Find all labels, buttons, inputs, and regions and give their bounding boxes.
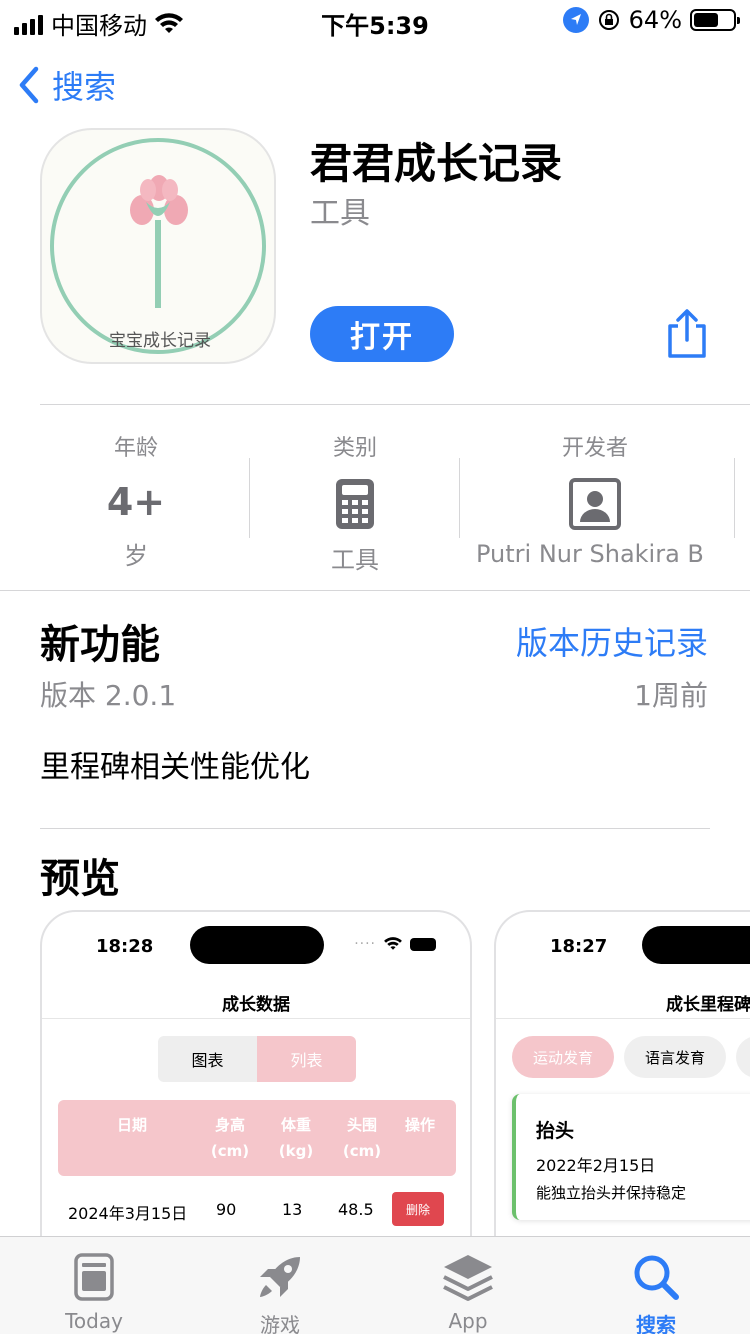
category-value: 工具	[331, 546, 379, 574]
tab-label: 游戏	[260, 1313, 300, 1334]
location-icon	[562, 7, 589, 33]
tab-bar: Today 游戏 App 搜索	[0, 1236, 750, 1334]
tab-label: 搜索	[636, 1313, 676, 1334]
info-separator	[459, 458, 460, 538]
app-icon-text: 宝宝成长记录	[109, 331, 211, 351]
delete-button: 删除	[392, 1192, 444, 1226]
milestone-title: 抬头	[536, 1120, 575, 1142]
version-history-link[interactable]: 版本历史记录	[516, 618, 708, 664]
preview-title: 预览	[40, 856, 120, 902]
card-screen-title: 成长里程碑	[666, 995, 750, 1015]
open-button[interactable]: 打开	[310, 306, 454, 362]
chevron-left-icon	[19, 66, 39, 104]
column-header: 操作	[404, 1116, 435, 1134]
category-label: 类别	[332, 436, 377, 461]
age-info: 年龄 4+ 岁	[40, 430, 232, 571]
rocket-icon	[250, 1247, 310, 1307]
age-label: 年龄	[113, 436, 158, 461]
whats-new-title: 新功能	[40, 622, 160, 668]
version-label: 版本 2.0.1	[40, 679, 177, 712]
release-date: 1周前	[634, 679, 708, 712]
battery-percent: 64%	[628, 6, 682, 34]
wifi-icon	[384, 937, 402, 950]
segmented-control: 图表 列表	[158, 1036, 356, 1082]
status-bar: 中国移动 下午5:39 64%	[0, 0, 750, 40]
developer-label: 开发者	[561, 436, 628, 461]
column-header: 身高 (cm)	[210, 1116, 250, 1160]
app-title: 君君成长记录	[310, 139, 563, 188]
today-icon	[64, 1247, 124, 1307]
back-button[interactable]: 搜索	[16, 62, 116, 108]
share-icon	[668, 309, 706, 358]
column-header: 体重 (kg)	[278, 1116, 314, 1160]
divider	[40, 404, 750, 405]
chip-more	[736, 1036, 750, 1078]
developer-info[interactable]: 开发者 Putri Nur Shakira B	[470, 430, 720, 568]
row-head: 48.5	[338, 1200, 374, 1219]
column-header: 日期	[116, 1116, 147, 1134]
app-category: 工具	[310, 196, 370, 231]
milestone-date: 2022年2月15日	[536, 1156, 656, 1175]
divider	[496, 1018, 750, 1019]
tab-today[interactable]: Today	[24, 1237, 164, 1333]
battery-icon	[410, 937, 436, 951]
tab-search[interactable]: 搜索	[586, 1237, 726, 1334]
info-separator	[734, 458, 735, 538]
status-right: 64%	[562, 6, 740, 34]
milestone-desc: 能独立抬头并保持稳定	[536, 1184, 687, 1202]
calculator-icon	[335, 478, 375, 530]
developer-icon	[569, 478, 621, 530]
developer-name: Putri Nur Shakira B	[476, 540, 704, 568]
tab-games[interactable]: 游戏	[210, 1237, 350, 1334]
table-header: 日期 身高 (cm) 体重 (kg) 头围 (cm) 操作	[58, 1100, 456, 1176]
row-date: 2024年3月15日	[68, 1204, 188, 1223]
share-button[interactable]	[664, 308, 710, 360]
app-stack-icon	[438, 1247, 498, 1307]
segment-list: 列表	[257, 1036, 356, 1082]
tab-apps[interactable]: App	[398, 1237, 538, 1333]
dynamic-island	[642, 926, 750, 964]
divider	[0, 590, 750, 591]
segment-chart: 图表	[158, 1036, 257, 1082]
card-status-time: 18:28	[96, 936, 154, 957]
row-weight: 13	[282, 1200, 303, 1219]
chip-language: 语言发育	[624, 1036, 726, 1078]
column-header: 头围 (cm)	[342, 1116, 382, 1160]
divider	[40, 828, 710, 829]
row-height: 90	[216, 1200, 237, 1219]
battery-icon	[690, 9, 740, 31]
dynamic-island	[190, 926, 324, 964]
card-screen-title: 成长数据	[222, 995, 290, 1015]
age-unit: 岁	[124, 542, 148, 570]
info-separator	[249, 458, 250, 538]
card-status-time: 18:27	[550, 936, 608, 957]
chip-motor: 运动发育	[512, 1036, 614, 1078]
divider	[42, 1018, 470, 1019]
back-label: 搜索	[52, 68, 117, 106]
release-notes: 里程碑相关性能优化	[40, 750, 310, 785]
tab-label: App	[448, 1309, 488, 1333]
tab-label: Today	[65, 1309, 123, 1333]
category-info[interactable]: 类别 工具	[260, 430, 450, 575]
search-icon	[626, 1247, 686, 1307]
orientation-lock-icon	[598, 10, 619, 30]
app-icon: 宝宝成长记录	[40, 128, 276, 364]
milestone-card: 抬头 2022年2月15日 能独立抬头并保持稳定	[512, 1094, 750, 1220]
age-value: 4+	[106, 480, 166, 524]
card-status-icons: ····	[354, 936, 436, 952]
